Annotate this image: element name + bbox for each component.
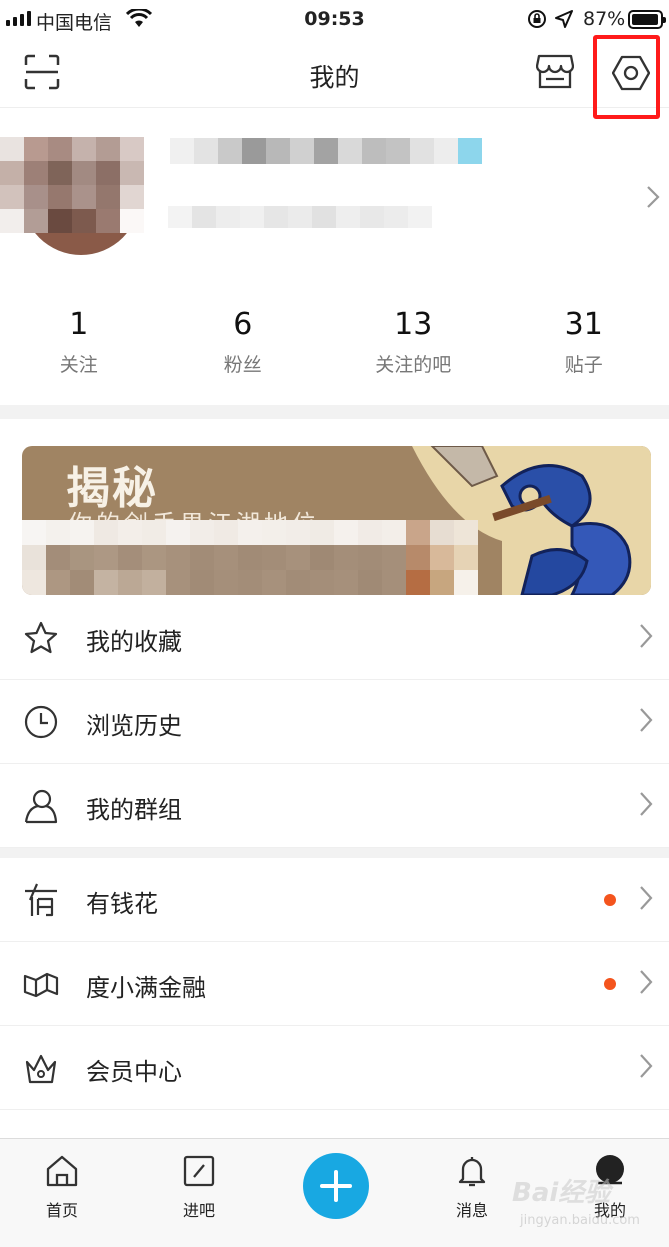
tab-home[interactable]: 首页 (12, 1139, 112, 1221)
create-post-button[interactable] (303, 1153, 369, 1219)
chevron-right-icon (640, 792, 653, 816)
menu-item-youqianhua[interactable]: 有钱花 (0, 858, 669, 942)
chevron-right-icon (640, 624, 653, 648)
battery-percent: 87% (583, 8, 626, 30)
money-icon (25, 883, 57, 917)
battery-icon (628, 10, 666, 29)
notification-dot (604, 894, 616, 906)
tab-label: 进吧 (182, 1201, 215, 1220)
menu-item-history[interactable]: 浏览历史 (0, 680, 669, 764)
menu-item-groups[interactable]: 我的群组 (0, 764, 669, 848)
status-bar: 中国电信 09:53 87% (0, 0, 669, 40)
watermark-url: jingyan.baidu.com (520, 1213, 640, 1228)
menu-item-vip-center[interactable]: 会员中心 (0, 1026, 669, 1110)
stat-label: 贴子 (564, 354, 603, 376)
menu-item-label: 会员中心 (86, 1058, 182, 1086)
group-icon (24, 789, 58, 824)
tab-label: 消息 (455, 1201, 488, 1220)
location-icon (555, 10, 573, 28)
banner-mosaic (22, 520, 478, 595)
notification-dot (604, 978, 616, 990)
stat-following[interactable]: 1 关注 (0, 279, 158, 405)
bell-icon (458, 1157, 486, 1187)
clock-icon (24, 705, 58, 739)
tab-enter-bar[interactable]: 进吧 (149, 1139, 249, 1221)
tab-label: 首页 (45, 1201, 78, 1220)
tab-messages[interactable]: 消息 (422, 1139, 522, 1221)
stat-fans[interactable]: 6 粉丝 (158, 279, 328, 405)
stat-label: 粉丝 (223, 354, 262, 376)
menu-item-favorites[interactable]: 我的收藏 (0, 596, 669, 680)
enter-bar-icon (183, 1155, 215, 1187)
star-icon (24, 621, 58, 654)
watermark: Bai经验 (512, 1178, 611, 1208)
home-icon (46, 1155, 78, 1187)
stat-count: 31 (564, 307, 603, 342)
avatar-mosaic (0, 137, 144, 233)
menu-item-label: 我的收藏 (86, 628, 182, 656)
rotation-lock-icon (528, 10, 546, 28)
menu-item-duxiaoman[interactable]: 度小满金融 (0, 942, 669, 1026)
menu-item-label: 有钱花 (86, 890, 158, 918)
menu-item-label: 浏览历史 (86, 712, 182, 740)
username-blurred (170, 138, 482, 164)
stat-followed-bars[interactable]: 13 关注的吧 (328, 279, 498, 405)
profile-card[interactable] (0, 109, 669, 279)
menu-item-label: 我的群组 (86, 796, 182, 824)
profile-desc-blurred (168, 206, 432, 228)
chevron-right-icon (640, 886, 653, 910)
chevron-right-icon (640, 708, 653, 732)
stat-posts[interactable]: 31 贴子 (499, 279, 669, 405)
shop-icon[interactable] (536, 54, 574, 90)
stat-count: 6 (233, 307, 253, 342)
promo-banner[interactable]: 揭秘 你的剑手男江湖地位 (22, 446, 651, 595)
chevron-right-icon (640, 1054, 653, 1078)
stat-label: 关注的吧 (375, 354, 452, 376)
crown-icon (25, 1054, 57, 1084)
header-bar: 我的 (0, 40, 669, 108)
section-divider (0, 848, 669, 858)
menu-item-label: 度小满金融 (86, 974, 206, 1002)
settings-highlight-box (593, 35, 660, 119)
stats-row: 1 关注 6 粉丝 13 关注的吧 31 贴子 (0, 279, 669, 405)
chevron-right-icon (640, 970, 653, 994)
stat-count: 1 (69, 307, 89, 342)
finance-icon (23, 972, 59, 998)
stat-count: 13 (394, 307, 433, 342)
stat-label: 关注 (59, 354, 98, 376)
avatar[interactable] (0, 137, 146, 255)
section-divider (0, 405, 669, 419)
profile-chevron-icon[interactable] (646, 185, 660, 213)
